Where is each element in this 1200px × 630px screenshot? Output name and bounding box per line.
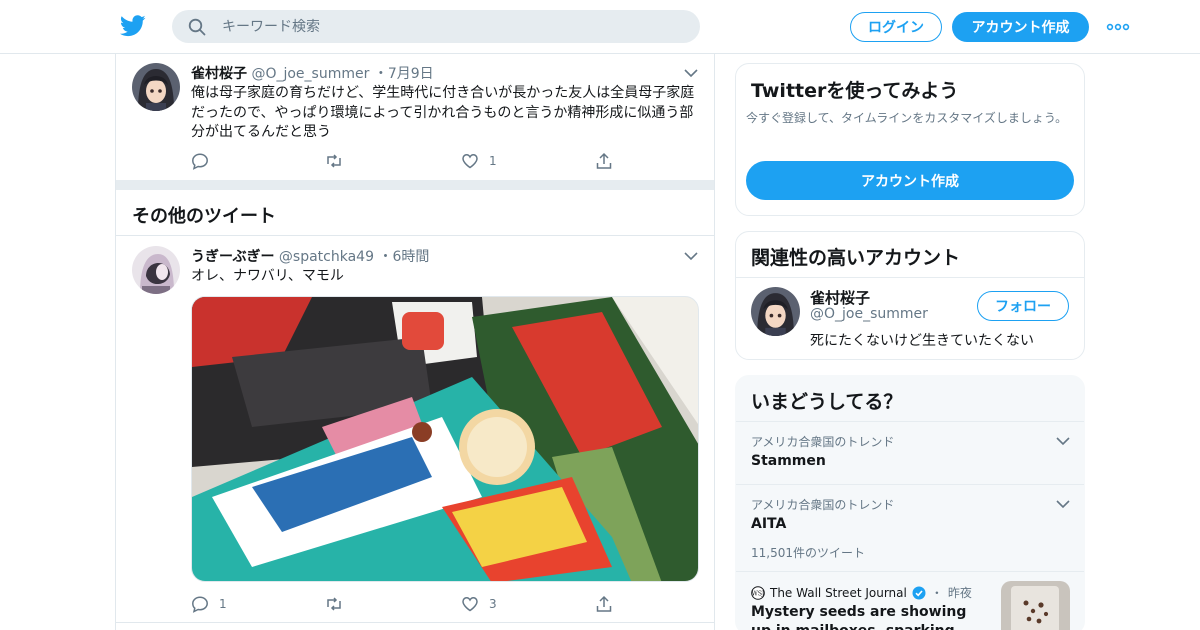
- like-count: 1: [489, 154, 497, 168]
- reply-button[interactable]: 1: [191, 594, 227, 614]
- reply-icon: [192, 596, 208, 613]
- reply-button[interactable]: [191, 151, 219, 171]
- like-button[interactable]: 3: [461, 594, 497, 614]
- card-title: Twitterを使ってみよう: [751, 80, 959, 102]
- separator-dot: ・: [930, 586, 943, 600]
- trend-tweet-count: 11,501件のツイート: [751, 546, 865, 560]
- separator-dot: ・: [378, 249, 393, 265]
- tweet-timestamp[interactable]: 7月9日: [388, 66, 434, 82]
- news-source-name[interactable]: The Wall Street Journal: [770, 586, 907, 600]
- retweet-button[interactable]: [325, 151, 353, 171]
- reply-count: 1: [219, 597, 227, 611]
- tweet-text: 俺は母子家庭の育ちだけど、学生時代に付き合いが長かった友人は全員母子家庭だったの…: [191, 85, 695, 140]
- tweet-item[interactable]: 雀村桜子 @O_joe_summer ・7月9日 俺は母子家庭の育ちだけど、学生…: [116, 54, 714, 180]
- share-icon: [596, 595, 612, 612]
- divider: [736, 277, 1084, 278]
- signup-card: Twitterを使ってみよう 今すぐ登録して、タイムラインをカスタマイズしましょ…: [735, 63, 1085, 216]
- reply-icon: [192, 153, 208, 170]
- news-headline[interactable]: Mystery seeds are showing up in mailboxe…: [751, 603, 986, 630]
- tweet-author-handle[interactable]: @O_joe_summer: [251, 66, 369, 82]
- chevron-down-icon[interactable]: [1056, 500, 1070, 509]
- follow-button[interactable]: フォロー: [977, 291, 1069, 321]
- divider: [116, 622, 714, 623]
- login-button[interactable]: ログイン: [850, 12, 942, 42]
- signup-button[interactable]: アカウント作成: [952, 12, 1089, 42]
- like-button[interactable]: 1: [461, 151, 497, 171]
- search-box[interactable]: [172, 10, 700, 43]
- trend-context: アメリカ合衆国のトレンド: [751, 498, 895, 512]
- separator-dot: ・: [373, 66, 388, 82]
- chevron-down-icon[interactable]: [684, 252, 698, 261]
- tweet-media-image[interactable]: [191, 296, 699, 582]
- heart-icon: [462, 597, 478, 612]
- divider: [736, 571, 1084, 572]
- trend-context: アメリカ合衆国のトレンド: [751, 435, 895, 449]
- chevron-down-icon[interactable]: [1056, 437, 1070, 446]
- account-bio: 死にたくないけど生きていたくない: [810, 333, 1034, 349]
- share-button[interactable]: [595, 594, 613, 614]
- card-description: 今すぐ登録して、タイムラインをカスタマイズしましょう。: [746, 111, 1068, 125]
- section-title: その他のツイート: [132, 206, 276, 227]
- tweet-text: オレ、ナワバリ、マモル: [191, 268, 344, 284]
- wsj-logo-icon: WSJ: [751, 585, 765, 600]
- news-thumbnail[interactable]: [1001, 581, 1070, 630]
- share-icon: [596, 152, 612, 169]
- retweet-icon: [327, 154, 341, 168]
- more-icon[interactable]: [1106, 18, 1130, 36]
- news-source: WSJ The Wall Street Journal ・ 昨夜: [751, 584, 972, 601]
- svg-text:WSJ: WSJ: [752, 590, 765, 597]
- avatar[interactable]: [132, 63, 180, 111]
- timeline-column: 雀村桜子 @O_joe_summer ・7月9日 俺は母子家庭の育ちだけど、学生…: [115, 54, 715, 630]
- heart-icon: [462, 154, 478, 169]
- search-icon: [188, 18, 206, 36]
- share-button[interactable]: [595, 151, 613, 171]
- retweet-icon: [327, 597, 341, 611]
- separator: [116, 180, 714, 190]
- account-handle[interactable]: @O_joe_summer: [810, 306, 928, 322]
- tweet-actions: 1: [191, 151, 631, 171]
- tweet-author-handle[interactable]: @spatchka49: [279, 249, 374, 265]
- tweet-header: 雀村桜子 @O_joe_summer ・7月9日: [191, 63, 434, 83]
- card-title: 関連性の高いアカウント: [751, 247, 961, 269]
- news-time: 昨夜: [947, 586, 972, 600]
- like-count: 3: [489, 597, 497, 611]
- trend-name[interactable]: Stammen: [751, 453, 826, 469]
- tweet-actions: 1 3: [191, 594, 631, 614]
- tweet-header: うぎーぶぎー @spatchka49 ・6時間: [191, 246, 429, 266]
- retweet-button[interactable]: [325, 594, 353, 614]
- signup-button[interactable]: アカウント作成: [746, 161, 1074, 200]
- avatar[interactable]: [751, 287, 800, 336]
- card-title: いまどうしてる？: [751, 391, 903, 413]
- related-accounts-card: 関連性の高いアカウント 雀村桜子 @O_joe_summer 死にたくないけど生…: [735, 231, 1085, 360]
- trend-name[interactable]: AITA: [751, 516, 786, 532]
- verified-badge-icon: [912, 586, 926, 599]
- tweet-author-name[interactable]: うぎーぶぎー: [191, 249, 274, 265]
- trends-card: いまどうしてる？ アメリカ合衆国のトレンド Stammen アメリカ合衆国のトレ…: [735, 375, 1085, 630]
- divider: [736, 421, 1084, 422]
- avatar[interactable]: [132, 246, 180, 294]
- account-name[interactable]: 雀村桜子: [810, 287, 870, 308]
- search-input[interactable]: [222, 10, 682, 43]
- chevron-down-icon[interactable]: [684, 69, 698, 78]
- top-bar: ログイン アカウント作成: [0, 0, 1200, 54]
- tweet-author-name[interactable]: 雀村桜子: [191, 66, 247, 82]
- tweet-timestamp[interactable]: 6時間: [392, 249, 429, 265]
- divider: [736, 484, 1084, 485]
- twitter-bird-icon[interactable]: [120, 14, 146, 38]
